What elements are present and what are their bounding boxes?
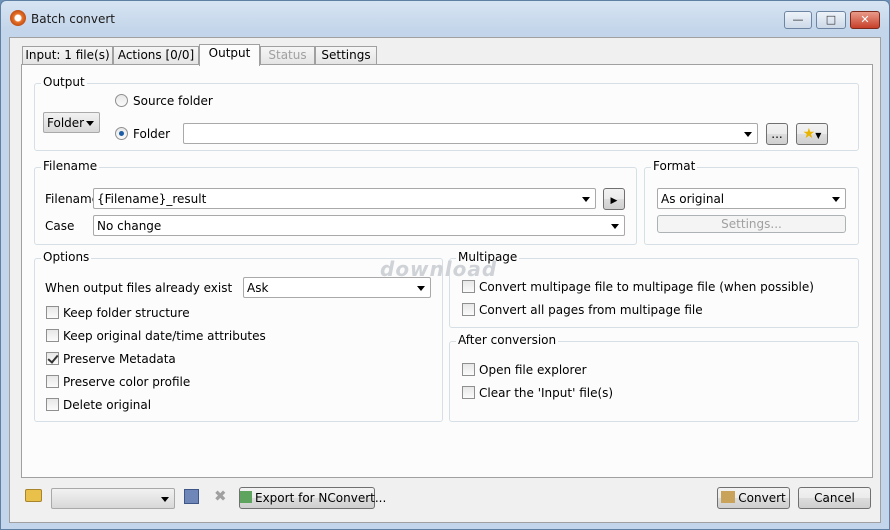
dialog-client: Input: 1 file(s) Actions [0/0] Output St… [9, 37, 881, 523]
filename-legend: Filename [41, 159, 100, 173]
format-value: As original [661, 192, 725, 206]
output-tab-panel: Output Folder Source folder Folder ... ★… [21, 64, 873, 478]
save-preset-icon[interactable] [184, 489, 199, 504]
keep-folder-structure-checkbox[interactable] [46, 306, 59, 319]
clear-input-files-label: Clear the 'Input' file(s) [479, 386, 614, 400]
export-nconvert-button[interactable]: Export for NConvert... [239, 487, 386, 509]
keep-folder-structure-label: Keep folder structure [63, 306, 190, 320]
exist-value: Ask [247, 281, 269, 295]
filename-pattern-value: {Filename}_result [97, 192, 207, 206]
case-label: Case [45, 219, 75, 233]
after-conversion-group: After conversion Open file explorer Clea… [449, 333, 859, 422]
folder-label: Folder [133, 127, 171, 141]
multipage-to-multipage-label: Convert multipage file to multipage file… [479, 280, 814, 294]
favorites-button[interactable]: ★▼ [796, 123, 828, 145]
play-icon: ▶ [610, 196, 618, 206]
convert-label: Convert [738, 491, 786, 505]
output-legend: Output [41, 75, 87, 89]
export-icon [240, 491, 252, 503]
convert-icon [721, 491, 736, 503]
folder-radio[interactable] [115, 127, 128, 140]
case-select[interactable]: No change [93, 215, 625, 236]
tab-output[interactable]: Output [199, 44, 260, 66]
multipage-to-multipage-checkbox[interactable] [462, 280, 475, 293]
case-value: No change [97, 219, 162, 233]
batch-convert-window: Batch convert — □ ✕ Input: 1 file(s) Act… [0, 0, 890, 530]
minimize-icon: — [792, 13, 804, 26]
preserve-metadata-checkbox[interactable] [46, 352, 59, 365]
format-legend: Format [651, 159, 698, 173]
exist-label: When output files already exist [45, 281, 233, 295]
chevron-down-icon [832, 197, 840, 202]
tab-input[interactable]: Input: 1 file(s) [22, 46, 113, 65]
tab-actions[interactable]: Actions [0/0] [113, 46, 199, 65]
chevron-down-icon [161, 497, 169, 502]
delete-preset-icon: ✖ [214, 487, 227, 505]
close-button[interactable]: ✕ [850, 11, 880, 29]
keep-date-time-label: Keep original date/time attributes [63, 329, 266, 343]
delete-original-label: Delete original [63, 398, 152, 412]
delete-original-checkbox[interactable] [46, 398, 59, 411]
folder-path-combo[interactable] [183, 123, 758, 144]
convert-all-pages-label: Convert all pages from multipage file [479, 303, 703, 317]
tab-status: Status [260, 46, 315, 65]
maximize-icon: □ [825, 13, 837, 26]
convert-all-pages-checkbox[interactable] [462, 303, 475, 316]
window-title: Batch convert [31, 12, 115, 26]
maximize-button[interactable]: □ [816, 11, 846, 29]
chevron-down-icon [744, 132, 752, 137]
chevron-down-icon [582, 197, 590, 202]
chevron-down-icon [611, 224, 619, 229]
options-group: Options When output files already exist … [34, 250, 443, 422]
export-nconvert-label: Export for NConvert... [255, 491, 387, 505]
multipage-group: Multipage Convert multipage file to mult… [449, 250, 859, 328]
source-folder-label: Source folder [133, 94, 213, 108]
chevron-down-icon [417, 286, 425, 291]
browse-button[interactable]: ... [766, 123, 788, 145]
options-legend: Options [41, 250, 92, 264]
clear-input-files-checkbox[interactable] [462, 386, 475, 399]
open-file-explorer-label: Open file explorer [479, 363, 587, 377]
format-group: Format As original Settings... [644, 159, 859, 245]
filename-pattern-combo[interactable]: {Filename}_result [93, 188, 596, 209]
filename-group: Filename Filename {Filename}_result ▶ Ca… [34, 159, 637, 245]
output-group: Output Folder Source folder Folder ... ★… [34, 75, 859, 151]
convert-button[interactable]: Convert [717, 487, 790, 509]
close-icon: ✕ [860, 13, 870, 26]
chevron-down-icon [86, 121, 94, 126]
format-select[interactable]: As original [657, 188, 846, 209]
star-icon: ★ [802, 126, 816, 142]
output-type-value: Folder [47, 116, 85, 130]
open-file-explorer-checkbox[interactable] [462, 363, 475, 376]
tab-settings[interactable]: Settings [315, 46, 377, 65]
preserve-color-profile-label: Preserve color profile [63, 375, 191, 389]
open-preset-folder-icon[interactable] [25, 489, 42, 502]
keep-date-time-checkbox[interactable] [46, 329, 59, 342]
title-bar[interactable]: Batch convert — □ ✕ [1, 1, 889, 37]
after-conversion-legend: After conversion [456, 333, 559, 347]
chevron-down-icon: ▼ [815, 131, 822, 140]
filename-insert-button[interactable]: ▶ [603, 188, 625, 210]
source-folder-radio[interactable] [115, 94, 128, 107]
preset-select[interactable] [51, 488, 175, 509]
app-icon [10, 10, 26, 26]
preserve-color-profile-checkbox[interactable] [46, 375, 59, 388]
minimize-button[interactable]: — [784, 11, 812, 29]
output-type-select[interactable]: Folder [43, 112, 100, 133]
filename-label: Filename [45, 192, 100, 206]
preserve-metadata-label: Preserve Metadata [63, 352, 176, 366]
cancel-button[interactable]: Cancel [798, 487, 871, 509]
bottom-bar: ✖ Export for NConvert... Convert Cancel [10, 478, 880, 522]
format-settings-button: Settings... [657, 215, 846, 233]
download-watermark: download [380, 257, 498, 281]
